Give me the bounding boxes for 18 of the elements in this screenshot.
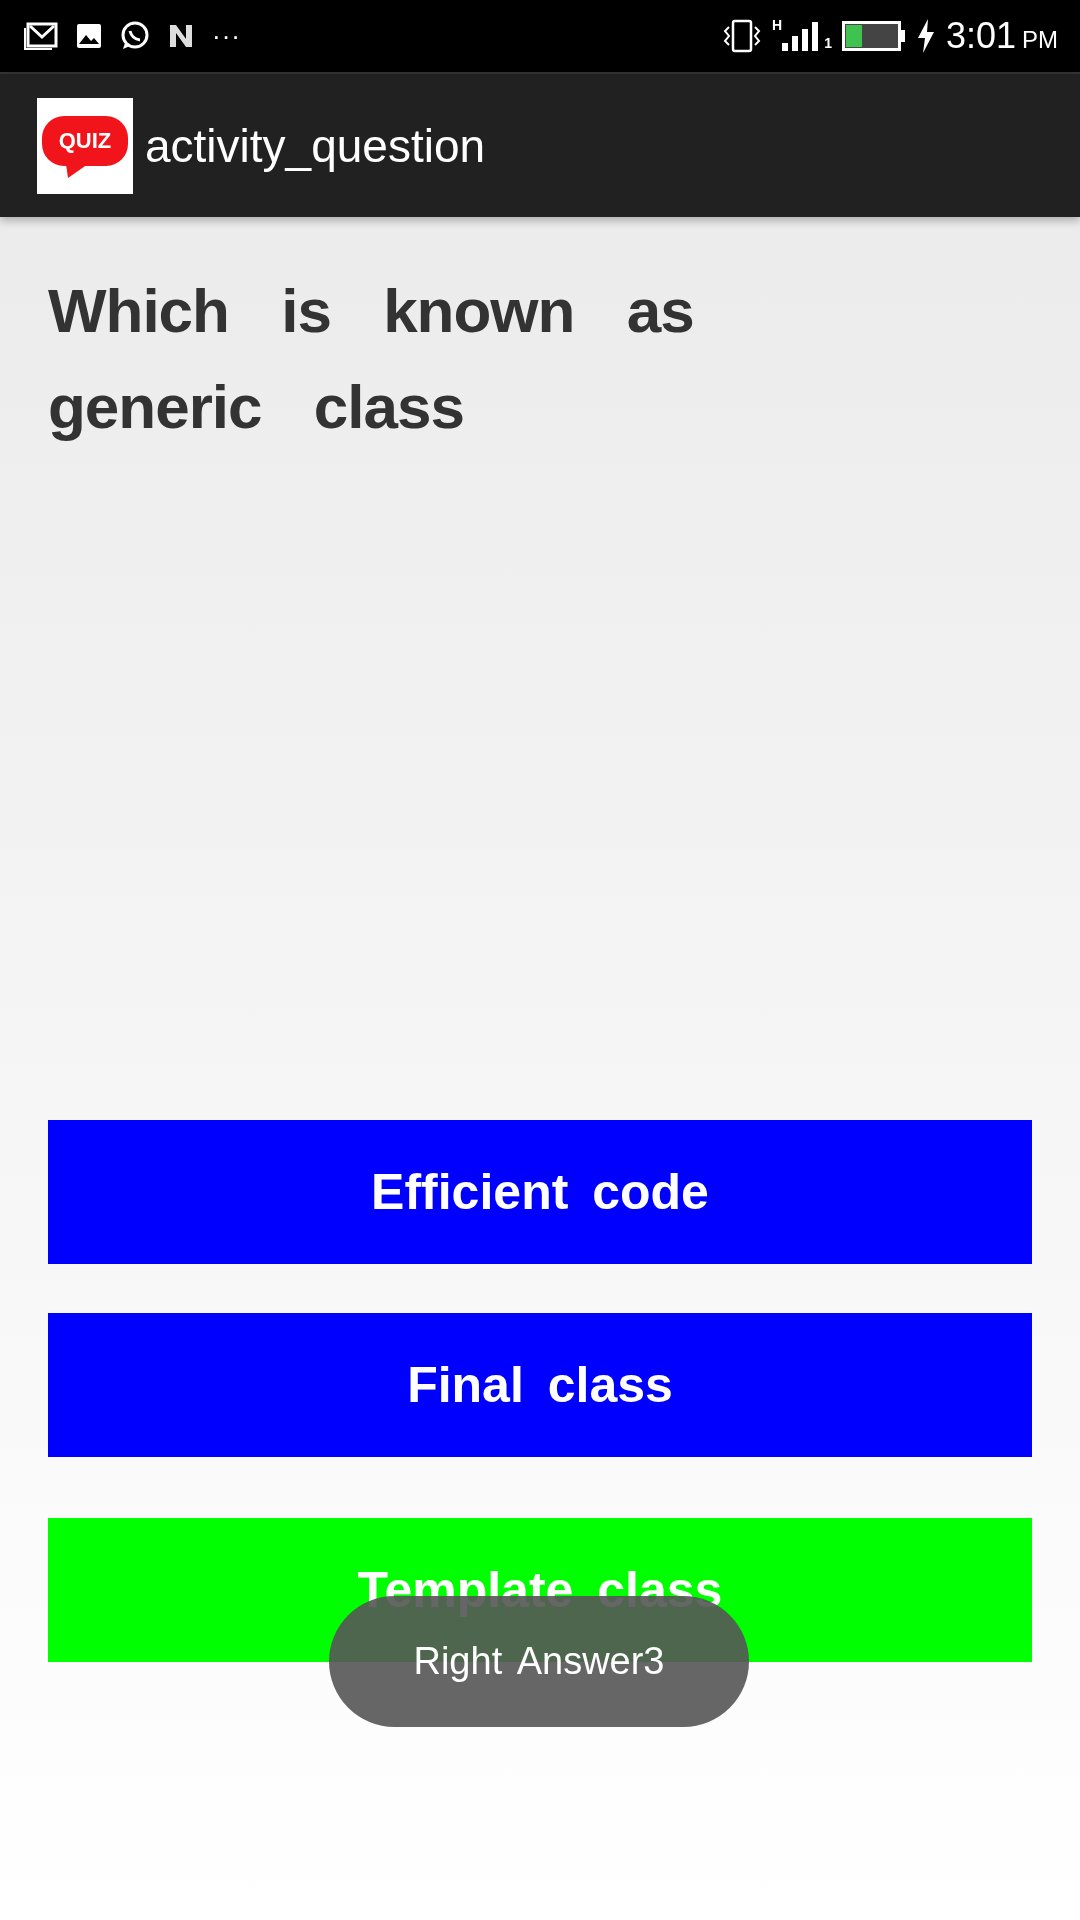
answer-button[interactable]: Efficient code — [48, 1120, 1032, 1264]
clock-period: PM — [1022, 26, 1058, 54]
app-logo: QUIZ — [37, 97, 133, 194]
n-icon — [168, 23, 194, 49]
battery-icon — [841, 21, 906, 51]
more-notifications: ··· — [212, 20, 241, 52]
network-type: H — [772, 17, 783, 33]
clock-time: 3:01 — [945, 15, 1016, 57]
chat-icon — [120, 21, 150, 51]
app-title: activity_question — [145, 118, 486, 173]
charging-icon — [915, 19, 936, 53]
mail-icon — [24, 22, 58, 50]
question-text: Which is known as generic class — [48, 275, 695, 443]
sim-number: 1 — [824, 35, 832, 51]
image-icon — [76, 23, 102, 49]
vibrate-icon — [722, 19, 762, 53]
signal-icon — [782, 21, 819, 51]
answer-button[interactable]: Final class — [48, 1313, 1032, 1457]
